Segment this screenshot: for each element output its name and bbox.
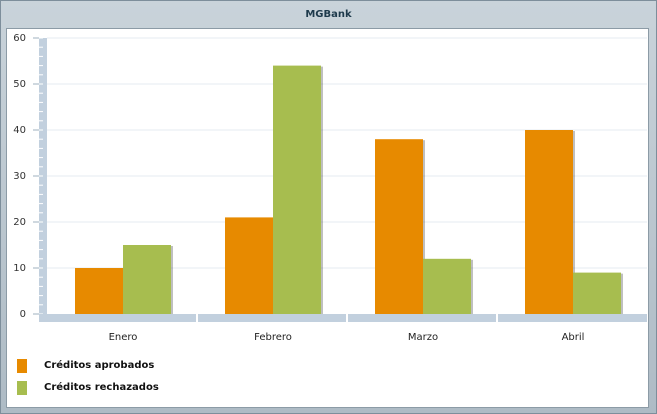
legend-swatch-aprobados <box>17 359 27 373</box>
y-tick-label: 50 <box>13 79 26 90</box>
bar-rechazados <box>573 272 621 314</box>
y-tick-label: 20 <box>13 217 26 228</box>
legend-label-rechazados: Créditos rechazados <box>44 382 159 393</box>
chart-window: MGBank 0 10 20 30 40 50 60 Enero Febrero Marzo Abr… <box>0 0 657 414</box>
bar-rechazados <box>123 245 171 314</box>
bar-chart: 0 10 20 30 40 50 60 Enero Febrero Marzo Abril <box>13 33 647 343</box>
y-tick-label: 30 <box>13 171 26 182</box>
legend-label-aprobados: Créditos aprobados <box>44 360 155 371</box>
x-category-label: Marzo <box>408 332 438 343</box>
y-tick-label: 40 <box>13 125 26 136</box>
x-category-label: Enero <box>109 332 138 343</box>
bar-aprobados <box>375 139 423 314</box>
legend-swatch-rechazados <box>17 381 27 395</box>
x-axis <box>39 314 647 322</box>
y-tick-label: 60 <box>13 33 26 44</box>
x-category-label: Febrero <box>254 332 292 343</box>
x-category-label: Abril <box>562 332 585 343</box>
bar-aprobados <box>525 130 573 314</box>
chart-panel: 0 10 20 30 40 50 60 Enero Febrero Marzo Abril Créd… <box>6 28 649 408</box>
bar-rechazados <box>273 65 321 314</box>
bar-rechazados <box>423 258 471 314</box>
y-tick-label: 0 <box>20 309 26 320</box>
y-tick-label: 10 <box>13 263 26 274</box>
bar-aprobados <box>225 217 273 314</box>
window-title: MGBank <box>305 9 352 20</box>
y-axis <box>39 38 47 322</box>
bar-aprobados <box>75 268 123 314</box>
